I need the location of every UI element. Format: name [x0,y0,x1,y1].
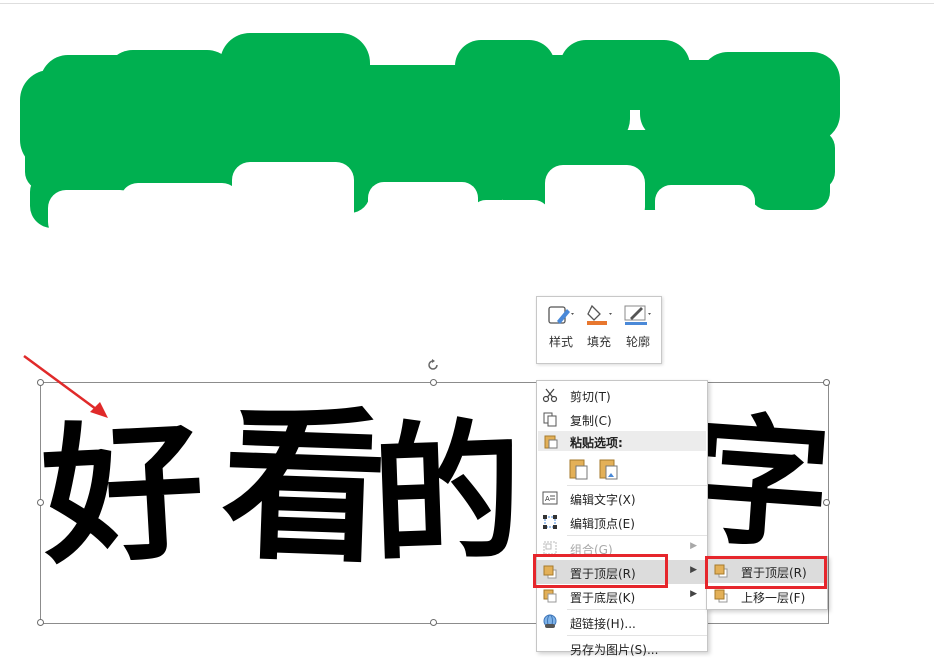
resize-handle-e[interactable] [823,499,830,506]
highlight-box-submenu-bring-to-front [705,556,827,589]
submenu-arrow-icon: ▶ [690,541,697,551]
style-label: 样式 [548,335,573,349]
resize-handle-s[interactable] [430,619,437,626]
art-glyph-1: 好 [37,404,209,586]
art-glyph-2: 看 [218,388,391,586]
pen-outline-icon [624,305,651,325]
red-arrow-annotation-icon [23,354,108,418]
resize-handle-w[interactable] [37,499,44,506]
outline-button[interactable]: 轮廓 [619,303,657,357]
bring-forward-icon [714,589,728,603]
green-shapes-artwork[interactable] [0,0,934,260]
paste-keep-source-icon[interactable] [567,457,591,481]
shape-style-icon [548,306,574,324]
send-to-back-icon [543,589,557,603]
resize-handle-ne[interactable] [823,379,830,386]
scissors-icon [542,388,558,403]
paste-as-picture-icon[interactable] [597,457,621,481]
clipboard-icon [544,435,558,449]
context-menu: 剪切(T) 复制(C) 粘贴选项: A 编辑文字(X) 编辑顶点(E) 组合(G… [536,380,708,657]
menu-item-edit-points[interactable]: 编辑顶点(E) [537,510,707,534]
resize-handle-n[interactable] [430,379,437,386]
svg-text:A: A [545,495,550,503]
menu-item-hyperlink[interactable]: 超链接(H)... [537,610,707,634]
menu-item-save-as-picture[interactable]: 另存为图片(S)... [537,636,707,660]
edit-text-icon: A [542,491,558,505]
submenu-arrow-icon: ▶ [690,589,697,599]
copy-icon [543,412,557,427]
fill-label: 填充 [586,335,611,349]
fill-button[interactable]: 填充 [580,303,618,357]
menu-item-copy[interactable]: 复制(C) [537,407,707,431]
edit-points-icon [543,515,557,529]
menu-item-edit-text[interactable]: A 编辑文字(X) [537,486,707,510]
highlight-box-bring-to-front [533,554,668,588]
mini-toolbar: 样式 填充 轮廓 [536,296,662,364]
resize-handle-sw[interactable] [37,619,44,626]
rotate-handle-icon[interactable] [426,358,440,372]
paint-bucket-icon [587,304,612,325]
style-button[interactable]: 样式 [542,303,580,357]
art-glyph-3: 的 [369,405,526,585]
hyperlink-globe-icon [543,614,557,628]
paste-options-header: 粘贴选项: [538,431,706,451]
outline-label: 轮廓 [625,335,650,349]
submenu-arrow-icon: ▶ [690,565,697,575]
menu-item-cut[interactable]: 剪切(T) [537,383,707,407]
